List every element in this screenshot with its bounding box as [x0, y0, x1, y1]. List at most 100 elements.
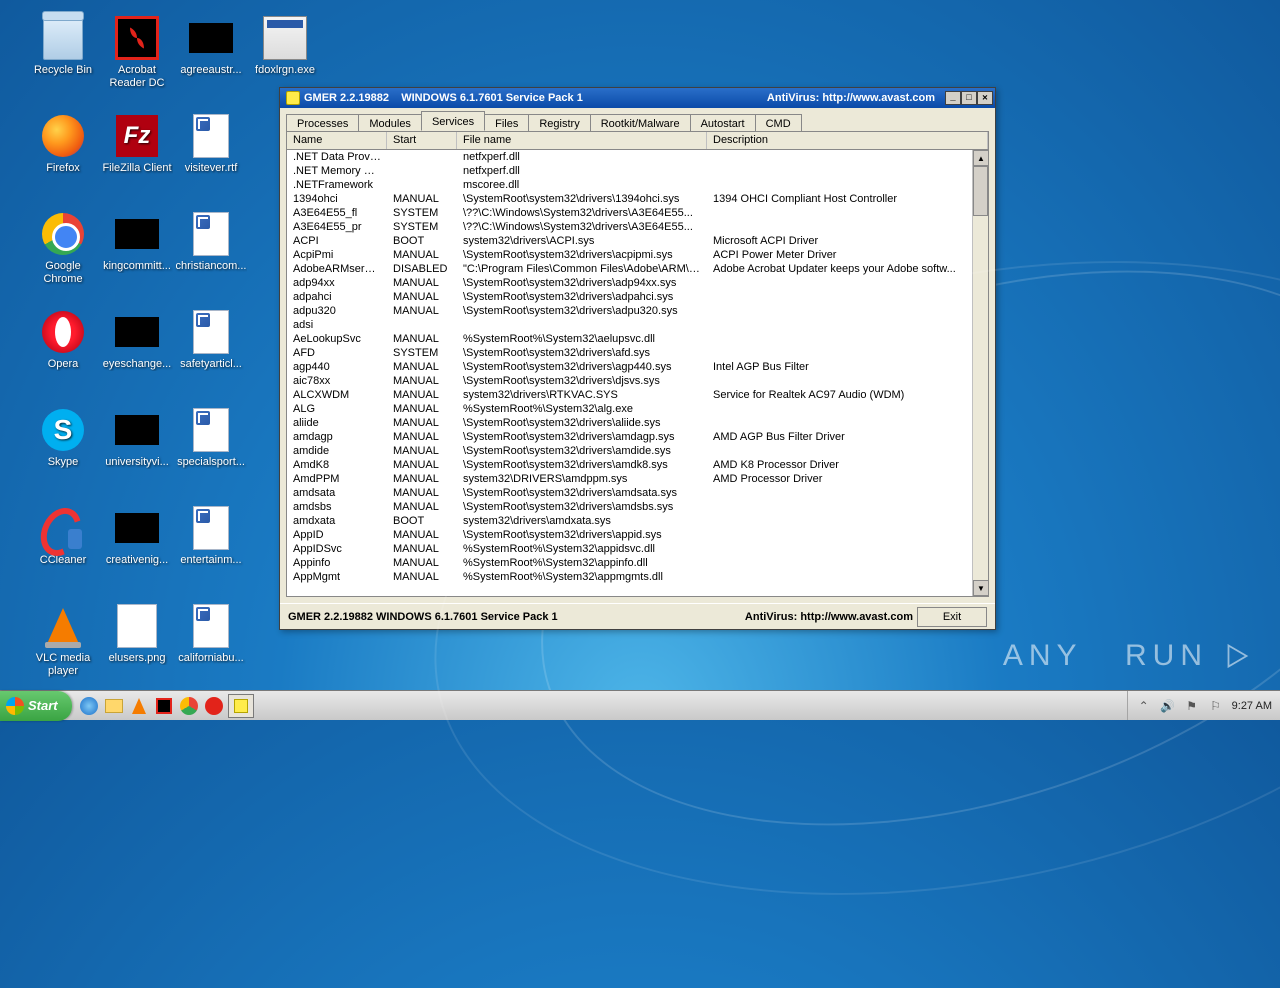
table-row[interactable]: AppMgmtMANUAL%SystemRoot%\System32\appmg… [287, 570, 988, 584]
desktop-icon[interactable]: kingcommitt... [100, 208, 174, 304]
quicklaunch-opera[interactable] [203, 695, 225, 717]
desktop-icon[interactable]: creativenig... [100, 502, 174, 598]
table-cell [707, 444, 988, 458]
table-row[interactable]: agp440MANUAL\SystemRoot\system32\drivers… [287, 360, 988, 374]
table-row[interactable]: A3E64E55_prSYSTEM\??\C:\Windows\System32… [287, 220, 988, 234]
icon-label: fdoxlrgn.exe [249, 64, 321, 77]
table-row[interactable]: AppIDSvcMANUAL%SystemRoot%\System32\appi… [287, 542, 988, 556]
start-button[interactable]: Start [0, 691, 72, 721]
tab-rootkitmalware[interactable]: Rootkit/Malware [590, 114, 691, 132]
table-cell: netfxperf.dll [457, 150, 707, 164]
table-row[interactable]: aic78xxMANUAL\SystemRoot\system32\driver… [287, 374, 988, 388]
desktop-icon[interactable]: entertainm... [174, 502, 248, 598]
table-row[interactable]: amdideMANUAL\SystemRoot\system32\drivers… [287, 444, 988, 458]
table-row[interactable]: amdagpMANUAL\SystemRoot\system32\drivers… [287, 430, 988, 444]
table-row[interactable]: AFDSYSTEM\SystemRoot\system32\drivers\af… [287, 346, 988, 360]
column-header[interactable]: File name [457, 132, 707, 149]
desktop-icon[interactable]: universityvi... [100, 404, 174, 500]
quicklaunch-explorer[interactable] [103, 695, 125, 717]
table-row[interactable]: AmdPPMMANUALsystem32\DRIVERS\amdppm.sysA… [287, 472, 988, 486]
desktop-icon[interactable]: eyeschange... [100, 306, 174, 402]
table-row[interactable]: aliideMANUAL\SystemRoot\system32\drivers… [287, 416, 988, 430]
table-body[interactable]: .NET Data Provid...netfxperf.dll.NET Mem… [287, 150, 988, 596]
desktop-icon[interactable]: agreeaustr... [174, 12, 248, 108]
table-row[interactable]: amdsbsMANUAL\SystemRoot\system32\drivers… [287, 500, 988, 514]
tray-shield-icon[interactable]: ⚑ [1184, 698, 1200, 714]
tab-processes[interactable]: Processes [286, 114, 359, 132]
table-row[interactable]: amdsataMANUAL\SystemRoot\system32\driver… [287, 486, 988, 500]
exit-button[interactable]: Exit [917, 607, 987, 627]
desktop-icon[interactable]: specialsport... [174, 404, 248, 500]
table-cell: MANUAL [387, 416, 457, 430]
table-row[interactable]: adpu320MANUAL\SystemRoot\system32\driver… [287, 304, 988, 318]
quicklaunch-ie[interactable] [78, 695, 100, 717]
desktop-icon[interactable]: Firefox [26, 110, 100, 206]
quicklaunch-acrobat[interactable] [153, 695, 175, 717]
icon-label: kingcommitt... [101, 260, 173, 273]
column-header[interactable]: Start [387, 132, 457, 149]
taskbar-item-gmer[interactable] [228, 694, 254, 718]
desktop: Recycle BinAcrobat Reader DCagreeaustr..… [0, 0, 1280, 720]
tab-cmd[interactable]: CMD [755, 114, 802, 132]
column-header[interactable]: Name [287, 132, 387, 149]
table-row[interactable]: AdobeARMserviceDISABLED"C:\Program Files… [287, 262, 988, 276]
tray-chevron-icon[interactable]: ⌃ [1136, 698, 1152, 714]
table-row[interactable]: AmdK8MANUAL\SystemRoot\system32\drivers\… [287, 458, 988, 472]
desktop-icon[interactable]: californiabu... [174, 600, 248, 696]
table-row[interactable]: adpahciMANUAL\SystemRoot\system32\driver… [287, 290, 988, 304]
table-row[interactable]: ALGMANUAL%SystemRoot%\System32\alg.exe [287, 402, 988, 416]
desktop-icon[interactable]: SSkype [26, 404, 100, 500]
minimize-button[interactable]: _ [945, 91, 961, 105]
table-row[interactable]: AeLookupSvcMANUAL%SystemRoot%\System32\a… [287, 332, 988, 346]
table-row[interactable]: adp94xxMANUAL\SystemRoot\system32\driver… [287, 276, 988, 290]
desktop-icon[interactable]: Acrobat Reader DC [100, 12, 174, 108]
tab-autostart[interactable]: Autostart [690, 114, 756, 132]
table-row[interactable]: A3E64E55_flSYSTEM\??\C:\Windows\System32… [287, 206, 988, 220]
table-cell: \SystemRoot\system32\drivers\djsvs.sys [457, 374, 707, 388]
table-row[interactable]: .NETFrameworkmscoree.dll [287, 178, 988, 192]
table-row[interactable]: adsi [287, 318, 988, 332]
tab-modules[interactable]: Modules [358, 114, 422, 132]
quicklaunch-vlc[interactable] [128, 695, 150, 717]
desktop-icon[interactable]: CCleaner [26, 502, 100, 598]
table-row[interactable]: amdxataBOOTsystem32\drivers\amdxata.sys [287, 514, 988, 528]
tray-flag-icon[interactable]: ⚐ [1208, 698, 1224, 714]
desktop-icon[interactable]: FzFileZilla Client [100, 110, 174, 206]
desktop-icon[interactable]: Google Chrome [26, 208, 100, 304]
quicklaunch-chrome[interactable] [178, 695, 200, 717]
table-row[interactable]: AppinfoMANUAL%SystemRoot%\System32\appin… [287, 556, 988, 570]
tab-registry[interactable]: Registry [528, 114, 590, 132]
desktop-icon[interactable]: visitever.rtf [174, 110, 248, 206]
desktop-icon[interactable]: christiancom... [174, 208, 248, 304]
desktop-icon[interactable]: VLC media player [26, 600, 100, 696]
desktop-icon[interactable]: Recycle Bin [26, 12, 100, 108]
table-row[interactable]: AppIDMANUAL\SystemRoot\system32\drivers\… [287, 528, 988, 542]
clock[interactable]: 9:27 AM [1232, 700, 1272, 712]
desktop-icon[interactable]: Opera [26, 306, 100, 402]
desktop-icon[interactable]: safetyarticl... [174, 306, 248, 402]
tab-files[interactable]: Files [484, 114, 529, 132]
close-button[interactable]: ✕ [977, 91, 993, 105]
table-row[interactable]: 1394ohciMANUAL\SystemRoot\system32\drive… [287, 192, 988, 206]
table-row[interactable]: ACPIBOOTsystem32\drivers\ACPI.sysMicroso… [287, 234, 988, 248]
scroll-thumb[interactable] [973, 166, 988, 216]
table-row[interactable]: AcpiPmiMANUAL\SystemRoot\system32\driver… [287, 248, 988, 262]
desktop-icon[interactable]: elusers.png [100, 600, 174, 696]
table-cell: .NET Memory Ca... [287, 164, 387, 178]
table-row[interactable]: .NET Data Provid...netfxperf.dll [287, 150, 988, 164]
table-row[interactable]: ALCXWDMMANUALsystem32\drivers\RTKVAC.SYS… [287, 388, 988, 402]
titlebar[interactable]: GMER 2.2.19882 WINDOWS 6.1.7601 Service … [280, 88, 995, 108]
tray-volume-icon[interactable]: 🔊 [1160, 698, 1176, 714]
table-cell: ALCXWDM [287, 388, 387, 402]
maximize-button[interactable]: □ [961, 91, 977, 105]
table-row[interactable]: .NET Memory Ca...netfxperf.dll [287, 164, 988, 178]
scroll-down-button[interactable]: ▼ [973, 580, 989, 596]
vertical-scrollbar[interactable]: ▲ ▼ [972, 150, 988, 596]
icon-label: specialsport... [175, 456, 247, 469]
file-icon [263, 16, 307, 60]
tab-services[interactable]: Services [421, 111, 485, 131]
services-list: NameStartFile nameDescription .NET Data … [286, 131, 989, 597]
column-header[interactable]: Description [707, 132, 988, 149]
table-cell: A3E64E55_fl [287, 206, 387, 220]
scroll-up-button[interactable]: ▲ [973, 150, 989, 166]
